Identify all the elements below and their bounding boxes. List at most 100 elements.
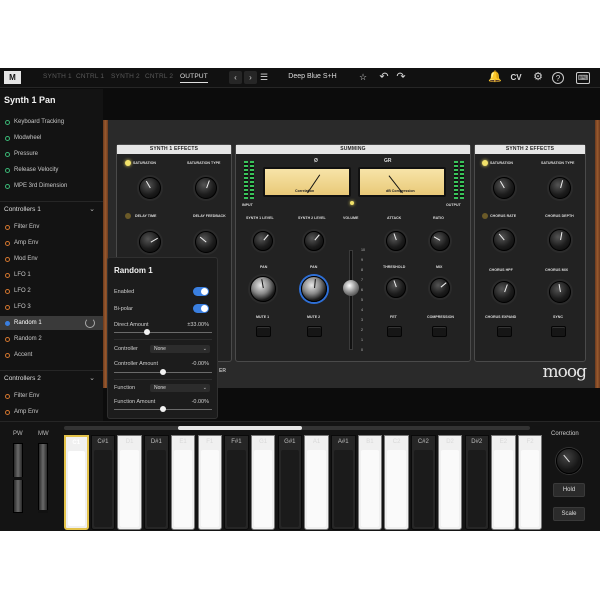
hold-button[interactable]: Hold: [553, 483, 585, 497]
sidebar-item-amp-env-2[interactable]: Amp Env: [0, 405, 103, 419]
piano-key-f1[interactable]: F1: [197, 435, 222, 530]
chorus-hpf-knob[interactable]: [493, 281, 515, 303]
sidebar-item-random-2[interactable]: Random 2: [0, 332, 103, 346]
key-label: D2: [446, 439, 454, 445]
piano-key-c-sharp1[interactable]: C#1: [90, 435, 116, 530]
scale-button[interactable]: Scale: [553, 507, 585, 521]
tab-cntrl-2[interactable]: CNTRL 2: [145, 73, 173, 80]
sidebar-item-filter-env[interactable]: Filter Env: [0, 220, 103, 234]
saturation-type-knob[interactable]: [195, 177, 217, 199]
threshold-knob[interactable]: [386, 278, 406, 298]
sidebar-item-keyboard-tracking[interactable]: Keyboard Tracking: [0, 115, 103, 129]
mute-2-button[interactable]: [307, 326, 322, 337]
piano-key-d1[interactable]: D1: [117, 435, 142, 530]
keyboard-scrollbar[interactable]: [64, 426, 530, 430]
piano-key-e1[interactable]: E1: [170, 435, 196, 530]
section-controllers-2[interactable]: Controllers 2 ⌄: [0, 370, 103, 386]
chorus-depth-knob[interactable]: [549, 229, 571, 251]
saturation-2-led[interactable]: [482, 160, 488, 166]
undo-icon[interactable]: ↶: [376, 70, 392, 85]
keyboard-icon[interactable]: ⌨: [576, 72, 590, 84]
direct-amount-thumb[interactable]: [143, 329, 150, 335]
sidebar-item-mpe-3rd-dimension[interactable]: MPE 3rd Dimension: [0, 179, 103, 193]
piano-key-e2[interactable]: E2: [491, 435, 516, 530]
chevron-left-icon[interactable]: ‹: [229, 71, 242, 84]
chorus-led[interactable]: [482, 213, 488, 219]
bipolar-toggle[interactable]: [193, 304, 209, 313]
redo-icon[interactable]: ↷: [393, 70, 409, 85]
piano-key-a-sharp1[interactable]: A#1: [331, 435, 356, 530]
keyboard-scroll-thumb[interactable]: [178, 426, 302, 430]
sidebar-item-lfo-2[interactable]: LFO 2: [0, 284, 103, 298]
function-select[interactable]: None ⌄: [150, 384, 210, 392]
mod-wheel[interactable]: [38, 443, 48, 513]
sidebar-item-accent[interactable]: Accent: [0, 348, 103, 362]
compression-button[interactable]: [432, 326, 447, 337]
saturation-led[interactable]: [125, 160, 131, 166]
cv-icon[interactable]: CV: [508, 70, 524, 85]
piano-key-d2[interactable]: D2: [437, 435, 463, 530]
piano-key-g-sharp1[interactable]: G#1: [277, 435, 303, 530]
sidebar-item-mod-env[interactable]: Mod Env: [0, 252, 103, 266]
tab-synth-1[interactable]: SYNTH 1: [43, 73, 72, 80]
pitch-wheel[interactable]: [13, 443, 23, 513]
sidebar-item-pressure[interactable]: Pressure: [0, 147, 103, 161]
chevron-down-icon: ⌄: [89, 206, 95, 213]
piano-key-d-sharp1[interactable]: D#1: [144, 435, 169, 530]
controller-select[interactable]: None ⌄: [150, 345, 210, 353]
sidebar-item-random-1[interactable]: Random 1: [0, 316, 103, 330]
piano-key-c-sharp2[interactable]: C#2: [411, 435, 436, 530]
sidebar-item-release-velocity[interactable]: Release Velocity: [0, 163, 103, 177]
volume-fader-handle[interactable]: [343, 280, 359, 296]
sidebar-item-modwheel[interactable]: Modwheel: [0, 131, 103, 145]
piano-key-f2[interactable]: F2: [517, 435, 543, 530]
delay-time-knob[interactable]: [139, 231, 161, 253]
sidebar-item-lfo-3[interactable]: LFO 3: [0, 300, 103, 314]
synth-2-level-knob[interactable]: [304, 231, 324, 251]
help-icon[interactable]: ?: [552, 72, 564, 84]
piano-key-g1[interactable]: G1: [250, 435, 276, 530]
controller-amount-slider[interactable]: [114, 369, 212, 375]
piano-key-b1[interactable]: B1: [357, 435, 383, 530]
fet-button[interactable]: [387, 326, 402, 337]
enabled-toggle[interactable]: [193, 287, 209, 296]
attack-knob[interactable]: [386, 231, 406, 251]
saturation-type-2-knob[interactable]: [549, 177, 571, 199]
chorus-expand-button[interactable]: [497, 326, 512, 337]
chorus-rate-knob[interactable]: [493, 229, 515, 251]
controller-amount-thumb[interactable]: [160, 369, 166, 375]
sync-button[interactable]: [551, 326, 566, 337]
tab-synth-2[interactable]: SYNTH 2: [111, 73, 140, 80]
delay-feedback-knob[interactable]: [195, 231, 217, 253]
star-icon[interactable]: ☆: [355, 70, 371, 85]
saturation-2-knob[interactable]: [493, 177, 515, 199]
delay-led[interactable]: [125, 213, 131, 219]
sidebar-item-amp-env[interactable]: Amp Env: [0, 236, 103, 250]
sidebar-item-filter-env-2[interactable]: Filter Env: [0, 389, 103, 403]
tab-cntrl-1[interactable]: CNTRL 1: [76, 73, 104, 80]
direct-amount-slider[interactable]: [114, 329, 212, 335]
mix-knob[interactable]: [430, 278, 450, 298]
section-controllers-1[interactable]: Controllers 1 ⌄: [0, 201, 103, 217]
piano-key-f-sharp1[interactable]: F#1: [224, 435, 249, 530]
pan-1-knob[interactable]: [250, 276, 276, 302]
piano-key-c1[interactable]: C1: [64, 435, 89, 530]
piano-key-a1[interactable]: A1: [304, 435, 329, 530]
preset-name[interactable]: Deep Blue S+H: [270, 73, 355, 80]
tab-output[interactable]: OUTPUT: [180, 73, 208, 83]
piano-key-c2[interactable]: C2: [384, 435, 409, 530]
ratio-knob[interactable]: [430, 231, 450, 251]
piano-key-d-sharp2[interactable]: D#2: [464, 435, 489, 530]
correction-knob[interactable]: [556, 448, 582, 474]
volume-fader-track[interactable]: [349, 250, 353, 350]
gear-icon[interactable]: ⚙: [530, 70, 546, 85]
pan-2-knob[interactable]: [301, 276, 327, 302]
function-amount-thumb[interactable]: [160, 406, 166, 412]
bell-icon[interactable]: 🔔: [487, 70, 503, 85]
sidebar-item-lfo-1[interactable]: LFO 1: [0, 268, 103, 282]
saturation-knob[interactable]: [139, 177, 161, 199]
mute-1-button[interactable]: [256, 326, 271, 337]
chorus-mix-knob[interactable]: [549, 281, 571, 303]
function-amount-slider[interactable]: [114, 406, 212, 412]
synth-1-level-knob[interactable]: [253, 231, 273, 251]
